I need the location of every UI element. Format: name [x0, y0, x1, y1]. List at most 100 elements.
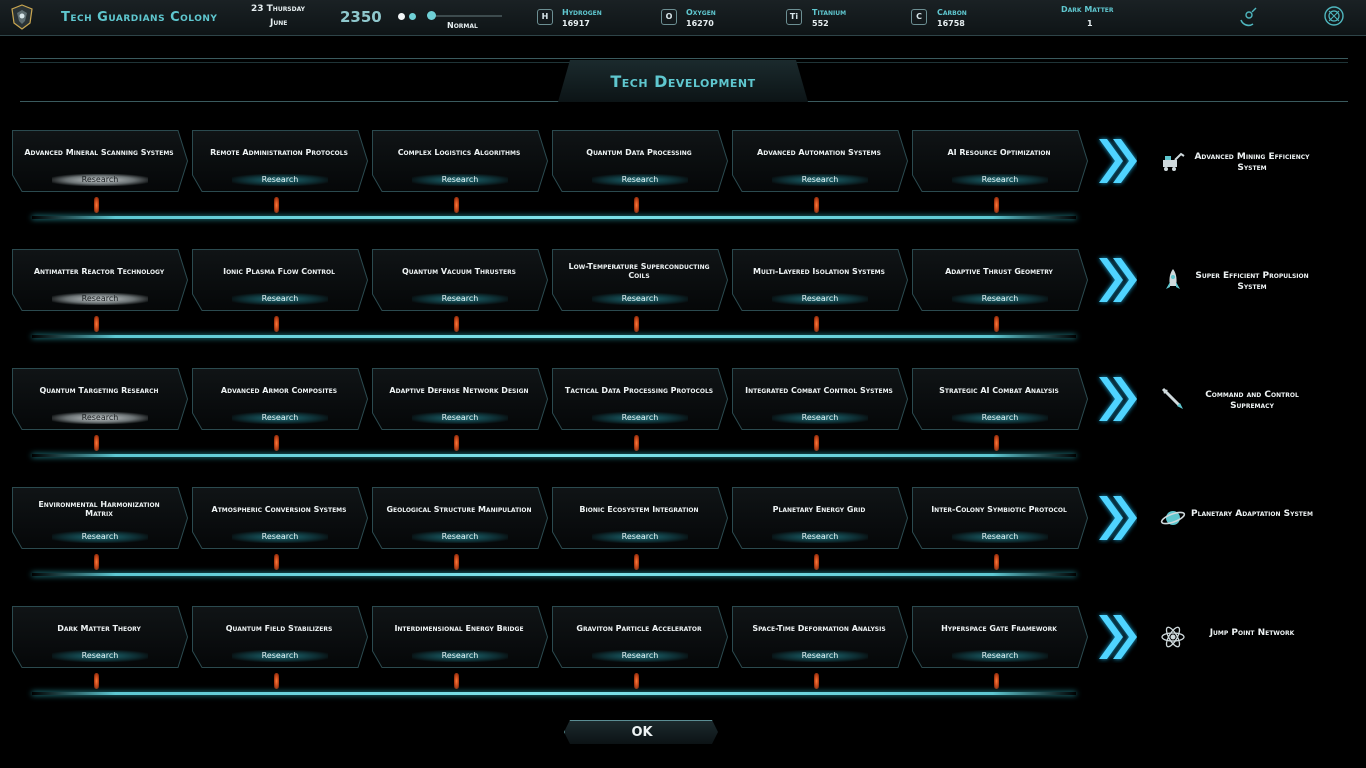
research-button[interactable]: Research: [952, 412, 1048, 424]
tech-card[interactable]: Tactical Data Processing Protocols Resear…: [552, 368, 728, 430]
tech-card[interactable]: Bionic Ecosystem Integration Research: [552, 487, 728, 549]
research-button[interactable]: Research: [412, 412, 508, 424]
carbon-value: 16758: [937, 19, 965, 28]
research-button[interactable]: Research: [52, 650, 148, 662]
ok-button[interactable]: OK: [564, 720, 718, 744]
tech-card[interactable]: Interdimensional Energy Bridge Research: [372, 606, 548, 668]
research-button[interactable]: Research: [592, 650, 688, 662]
tech-card[interactable]: Ionic Plasma Flow Control Research: [192, 249, 368, 311]
research-button[interactable]: Research: [412, 650, 508, 662]
tech-name: Tactical Data Processing Protocols: [564, 385, 714, 395]
tech-card[interactable]: Adaptive Defense Network Design Research: [372, 368, 548, 430]
hydrogen-label: Hydrogen: [562, 8, 602, 17]
tech-name: Advanced Armor Composites: [220, 385, 338, 395]
tech-card[interactable]: Integrated Combat Control Systems Researc…: [732, 368, 908, 430]
tech-name: Quantum Data Processing: [586, 147, 692, 157]
research-button[interactable]: Research: [232, 293, 328, 305]
progress-pin: [814, 673, 819, 689]
research-button[interactable]: Research: [952, 531, 1048, 543]
tech-name: Complex Logistics Algorithms: [397, 147, 521, 157]
titanium-icon: Ti: [786, 9, 802, 25]
research-button[interactable]: Research: [772, 412, 868, 424]
tech-card[interactable]: Hyperspace Gate Framework Research: [912, 606, 1088, 668]
research-button[interactable]: Research: [232, 650, 328, 662]
pause-toggle[interactable]: [398, 13, 405, 20]
tech-row-track: [32, 692, 1076, 695]
progress-pin: [454, 554, 459, 570]
row-arrow-icon: [1099, 258, 1137, 302]
tech-card[interactable]: Advanced Armor Composites Research: [192, 368, 368, 430]
research-button[interactable]: Research: [772, 174, 868, 186]
tech-card[interactable]: Quantum Targeting Research Research: [12, 368, 188, 430]
speed-slider-handle[interactable]: [427, 11, 436, 20]
research-button[interactable]: Research: [52, 174, 148, 186]
tech-card[interactable]: Quantum Field Stabilizers Research: [192, 606, 368, 668]
tech-card[interactable]: Graviton Particle Accelerator Research: [552, 606, 728, 668]
progress-pin: [634, 673, 639, 689]
research-button[interactable]: Research: [52, 412, 148, 424]
research-button[interactable]: Research: [772, 650, 868, 662]
progress-pin: [994, 673, 999, 689]
colony-name[interactable]: Tech Guardians Colony: [61, 10, 217, 25]
tech-card[interactable]: Atmospheric Conversion Systems Research: [192, 487, 368, 549]
tech-card[interactable]: Advanced Mineral Scanning Systems Researc…: [12, 130, 188, 192]
tech-card[interactable]: Low-Temperature Superconducting Coils Res…: [552, 249, 728, 311]
tech-card[interactable]: Quantum Vacuum Thrusters Research: [372, 249, 548, 311]
research-button[interactable]: Research: [232, 174, 328, 186]
research-button[interactable]: Research: [952, 174, 1048, 186]
tech-name: Antimatter Reactor Technology: [33, 266, 165, 276]
tech-card[interactable]: Advanced Automation Systems Research: [732, 130, 908, 192]
research-button[interactable]: Research: [412, 293, 508, 305]
speed-slider-track[interactable]: [430, 15, 502, 17]
research-button[interactable]: Research: [412, 174, 508, 186]
tech-name: Multi-Layered Isolation Systems: [753, 266, 885, 276]
tech-name: Bionic Ecosystem Integration: [579, 504, 699, 514]
research-button[interactable]: Research: [52, 293, 148, 305]
row-arrow-icon: [1099, 496, 1137, 540]
page-title: Tech Development: [610, 72, 756, 91]
tech-card[interactable]: Space-Time Deformation Analysis Research: [732, 606, 908, 668]
tech-card[interactable]: Antimatter Reactor Technology Research: [12, 249, 188, 311]
research-button[interactable]: Research: [592, 293, 688, 305]
tech-card[interactable]: AI Resource Optimization Research: [912, 130, 1088, 192]
tech-card[interactable]: Complex Logistics Algorithms Research: [372, 130, 548, 192]
satellite-orbit-icon[interactable]: [1237, 6, 1259, 28]
hydrogen-value: 16917: [562, 19, 590, 28]
tech-name: Adaptive Defense Network Design: [389, 385, 529, 395]
tech-name: Geological Structure Manipulation: [386, 504, 532, 514]
tech-card[interactable]: Multi-Layered Isolation Systems Research: [732, 249, 908, 311]
tech-name: Planetary Energy Grid: [772, 504, 866, 514]
progress-pin: [94, 435, 99, 451]
research-button[interactable]: Research: [772, 531, 868, 543]
research-button[interactable]: Research: [952, 650, 1048, 662]
play-toggle[interactable]: [409, 13, 416, 20]
progress-pin: [814, 435, 819, 451]
carbon-icon: C: [911, 9, 927, 25]
tech-row-track: [32, 216, 1076, 219]
research-button[interactable]: Research: [412, 531, 508, 543]
tech-card[interactable]: Dark Matter Theory Research: [12, 606, 188, 668]
tech-card[interactable]: Inter-Colony Symbiotic Protocol Research: [912, 487, 1088, 549]
tech-card[interactable]: Environmental Harmonization Matrix Resear…: [12, 487, 188, 549]
research-button[interactable]: Research: [592, 412, 688, 424]
galaxy-map-icon[interactable]: [1323, 5, 1345, 27]
header-line-top: [20, 58, 1348, 59]
research-button[interactable]: Research: [952, 293, 1048, 305]
tech-name: Environmental Harmonization Matrix: [38, 500, 160, 518]
tech-card[interactable]: Quantum Data Processing Research: [552, 130, 728, 192]
tech-card[interactable]: Adaptive Thrust Geometry Research: [912, 249, 1088, 311]
progress-pin: [454, 316, 459, 332]
colony-emblem-icon[interactable]: [8, 3, 36, 31]
tech-card[interactable]: Remote Administration Protocols Research: [192, 130, 368, 192]
tech-card[interactable]: Geological Structure Manipulation Researc…: [372, 487, 548, 549]
tech-card[interactable]: Planetary Energy Grid Research: [732, 487, 908, 549]
oxygen-label: Oxygen: [686, 8, 716, 17]
research-button[interactable]: Research: [232, 412, 328, 424]
research-button[interactable]: Research: [232, 531, 328, 543]
tech-name: Dark Matter Theory: [57, 623, 141, 633]
tech-card[interactable]: Strategic AI Combat Analysis Research: [912, 368, 1088, 430]
research-button[interactable]: Research: [52, 531, 148, 543]
research-button[interactable]: Research: [592, 531, 688, 543]
research-button[interactable]: Research: [592, 174, 688, 186]
research-button[interactable]: Research: [772, 293, 868, 305]
